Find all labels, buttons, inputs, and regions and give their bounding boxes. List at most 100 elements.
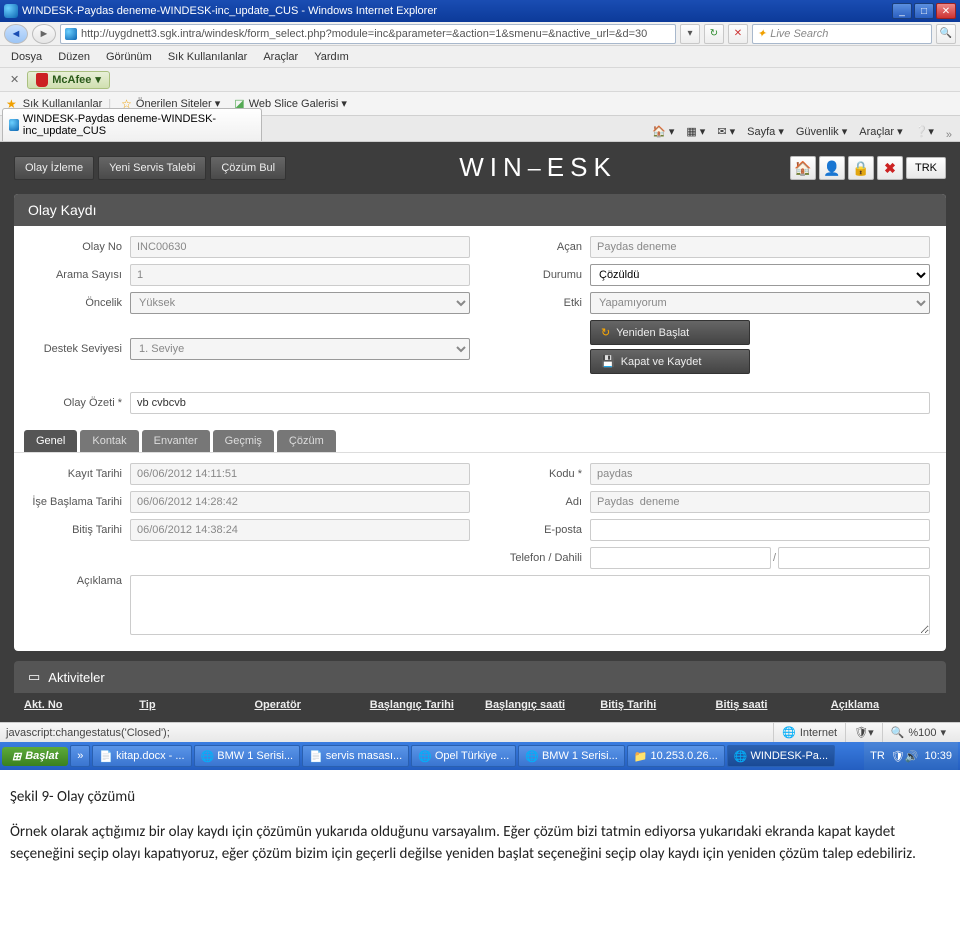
arama-label: Arama Sayısı	[30, 269, 130, 281]
nav-yeni-servis[interactable]: Yeni Servis Talebi	[98, 156, 206, 180]
oncelik-select[interactable]: Yüksek	[130, 292, 470, 314]
mcafee-toolbar[interactable]: McAfee ▾	[27, 71, 110, 89]
user-button[interactable]: 👤	[819, 156, 845, 180]
task-1[interactable]: 📄kitap.docx - ...	[92, 745, 191, 767]
col-bastarih[interactable]: Başlangıç Tarihi	[370, 699, 475, 711]
ie-nav-row: ◄ ► http://uygdnett3.sgk.intra/windesk/f…	[0, 22, 960, 46]
address-bar[interactable]: http://uygdnett3.sgk.intra/windesk/form_…	[60, 24, 676, 44]
task-2[interactable]: 🌐BMW 1 Serisi...	[194, 745, 301, 767]
tab-kontak[interactable]: Kontak	[80, 430, 138, 452]
arama-input[interactable]	[130, 264, 470, 286]
browser-tab[interactable]: WINDESK-Paydas deneme-WINDESK-inc_update…	[2, 108, 262, 141]
tab-gecmis[interactable]: Geçmiş	[213, 430, 274, 452]
col-tip[interactable]: Tip	[139, 699, 244, 711]
etki-select[interactable]: Yapamıyorum	[590, 292, 930, 314]
kapat-kaydet-button[interactable]: 💾Kapat ve Kaydet	[590, 349, 750, 374]
start-button[interactable]: ⊞Başlat	[2, 747, 68, 766]
menu-file[interactable]: Dosya	[4, 49, 49, 65]
windows-icon: ⊞	[12, 750, 21, 763]
task-7[interactable]: 🌐WINDESK-Pa...	[727, 745, 835, 767]
telefon-input[interactable]	[590, 547, 771, 569]
safety-menu[interactable]: Güvenlik ▾	[790, 122, 853, 141]
read-mail-icon[interactable]: ✉ ▾	[711, 122, 741, 141]
home-button[interactable]: 🏠	[790, 156, 816, 180]
kayit-input[interactable]	[130, 463, 470, 485]
language-button[interactable]: TRK	[906, 157, 946, 179]
menu-favorites[interactable]: Sık Kullanılanlar	[161, 49, 255, 65]
durum-select[interactable]: Çözüldü	[590, 264, 930, 286]
tray-icons[interactable]: 🛡🔊	[891, 750, 919, 763]
tab-envanter[interactable]: Envanter	[142, 430, 210, 452]
menu-edit[interactable]: Düzen	[51, 49, 97, 65]
status-protected[interactable]: 🛡▾	[845, 723, 882, 742]
address-dropdown[interactable]: ▾	[680, 24, 700, 44]
tab-cozum[interactable]: Çözüm	[277, 430, 336, 452]
forward-button[interactable]: ►	[32, 24, 56, 44]
col-bittarih[interactable]: Bitiş Tarihi	[600, 699, 705, 711]
save-icon: 💾	[601, 355, 615, 368]
tray-clock: 10:39	[924, 750, 952, 762]
search-field[interactable]: ✦ Live Search	[752, 24, 932, 44]
help-icon[interactable]: ❔▾	[909, 122, 940, 141]
kodu-input[interactable]	[590, 463, 930, 485]
col-aciklama[interactable]: Açıklama	[831, 699, 936, 711]
feeds-icon[interactable]: ▦ ▾	[680, 122, 711, 141]
eposta-input[interactable]	[590, 519, 930, 541]
tools-menu[interactable]: Araçlar ▾	[853, 122, 908, 141]
stop-button[interactable]: ✕	[728, 24, 748, 44]
col-bitsaat[interactable]: Bitiş saati	[716, 699, 821, 711]
adi-input[interactable]	[590, 491, 930, 513]
menu-view[interactable]: Görünüm	[99, 49, 159, 65]
menu-tools[interactable]: Araçlar	[256, 49, 305, 65]
menu-help[interactable]: Yardım	[307, 49, 356, 65]
close-x-icon[interactable]: ✕	[4, 73, 25, 86]
task-6[interactable]: 📁10.253.0.26...	[627, 745, 725, 767]
aktiviteler-columns: Akt. No Tip Operatör Başlangıç Tarihi Ba…	[14, 693, 946, 717]
tab-genel[interactable]: Genel	[24, 430, 77, 452]
acan-input[interactable]	[590, 236, 930, 258]
quicklaunch[interactable]: »	[70, 745, 90, 767]
tray-lang[interactable]: TR	[870, 750, 885, 762]
lock-button[interactable]: 🔒	[848, 156, 874, 180]
aciklama-textarea[interactable]	[130, 575, 930, 635]
tab-title: WINDESK-Paydas deneme-WINDESK-inc_update…	[23, 113, 251, 137]
back-button[interactable]: ◄	[4, 24, 28, 44]
bitis-input[interactable]	[130, 519, 470, 541]
destek-label: Destek Seviyesi	[30, 343, 130, 355]
close-button[interactable]: ✕	[936, 3, 956, 19]
ozet-input[interactable]	[130, 392, 930, 414]
aciklama-label: Açıklama	[30, 575, 130, 587]
minimize-button[interactable]: _	[892, 3, 912, 19]
system-tray[interactable]: TR 🛡🔊 10:39	[864, 742, 958, 770]
destek-select[interactable]: 1. Seviye	[130, 338, 470, 360]
status-zoom[interactable]: 🔍 %100 ▾	[882, 723, 954, 742]
olay-no-input[interactable]	[130, 236, 470, 258]
col-bassaat[interactable]: Başlangıç saati	[485, 699, 590, 711]
exit-button[interactable]: ✖	[877, 156, 903, 180]
refresh-button[interactable]: ↻	[704, 24, 724, 44]
page-menu[interactable]: Sayfa ▾	[741, 122, 790, 141]
figure-caption: Şekil 9- Olay çözümü	[10, 786, 950, 809]
maximize-button[interactable]: □	[914, 3, 934, 19]
ise-input[interactable]	[130, 491, 470, 513]
window-titlebar: WINDESK-Paydas deneme-WINDESK-inc_update…	[0, 0, 960, 22]
col-operator[interactable]: Operatör	[255, 699, 360, 711]
aktiviteler-title: Aktiviteler	[48, 670, 104, 685]
status-zone[interactable]: 🌐Internet	[773, 723, 845, 742]
nav-olay-izleme[interactable]: Olay İzleme	[14, 156, 94, 180]
col-aktno[interactable]: Akt. No	[24, 699, 129, 711]
task-4[interactable]: 🌐Opel Türkiye ...	[411, 745, 516, 767]
home-icon[interactable]: 🏠 ▾	[646, 122, 680, 141]
overflow-icon[interactable]: »	[940, 129, 958, 141]
search-go-button[interactable]: 🔍	[936, 24, 956, 44]
yeniden-baslat-button[interactable]: ↻Yeniden Başlat	[590, 320, 750, 345]
task-5[interactable]: 🌐BMW 1 Serisi...	[518, 745, 625, 767]
detail-tabs: Genel Kontak Envanter Geçmiş Çözüm	[14, 430, 946, 452]
olay-kaydi-card: Olay Kaydı Olay No Açan Arama Sayısı Dur…	[14, 194, 946, 651]
task-3[interactable]: 📄servis masası...	[302, 745, 409, 767]
oncelik-label: Öncelik	[30, 297, 130, 309]
globe-icon: 🌐	[782, 726, 796, 739]
aktiviteler-header[interactable]: ▭ Aktiviteler	[14, 661, 946, 693]
nav-cozum-bul[interactable]: Çözüm Bul	[210, 156, 286, 180]
dahili-input[interactable]	[778, 547, 930, 569]
